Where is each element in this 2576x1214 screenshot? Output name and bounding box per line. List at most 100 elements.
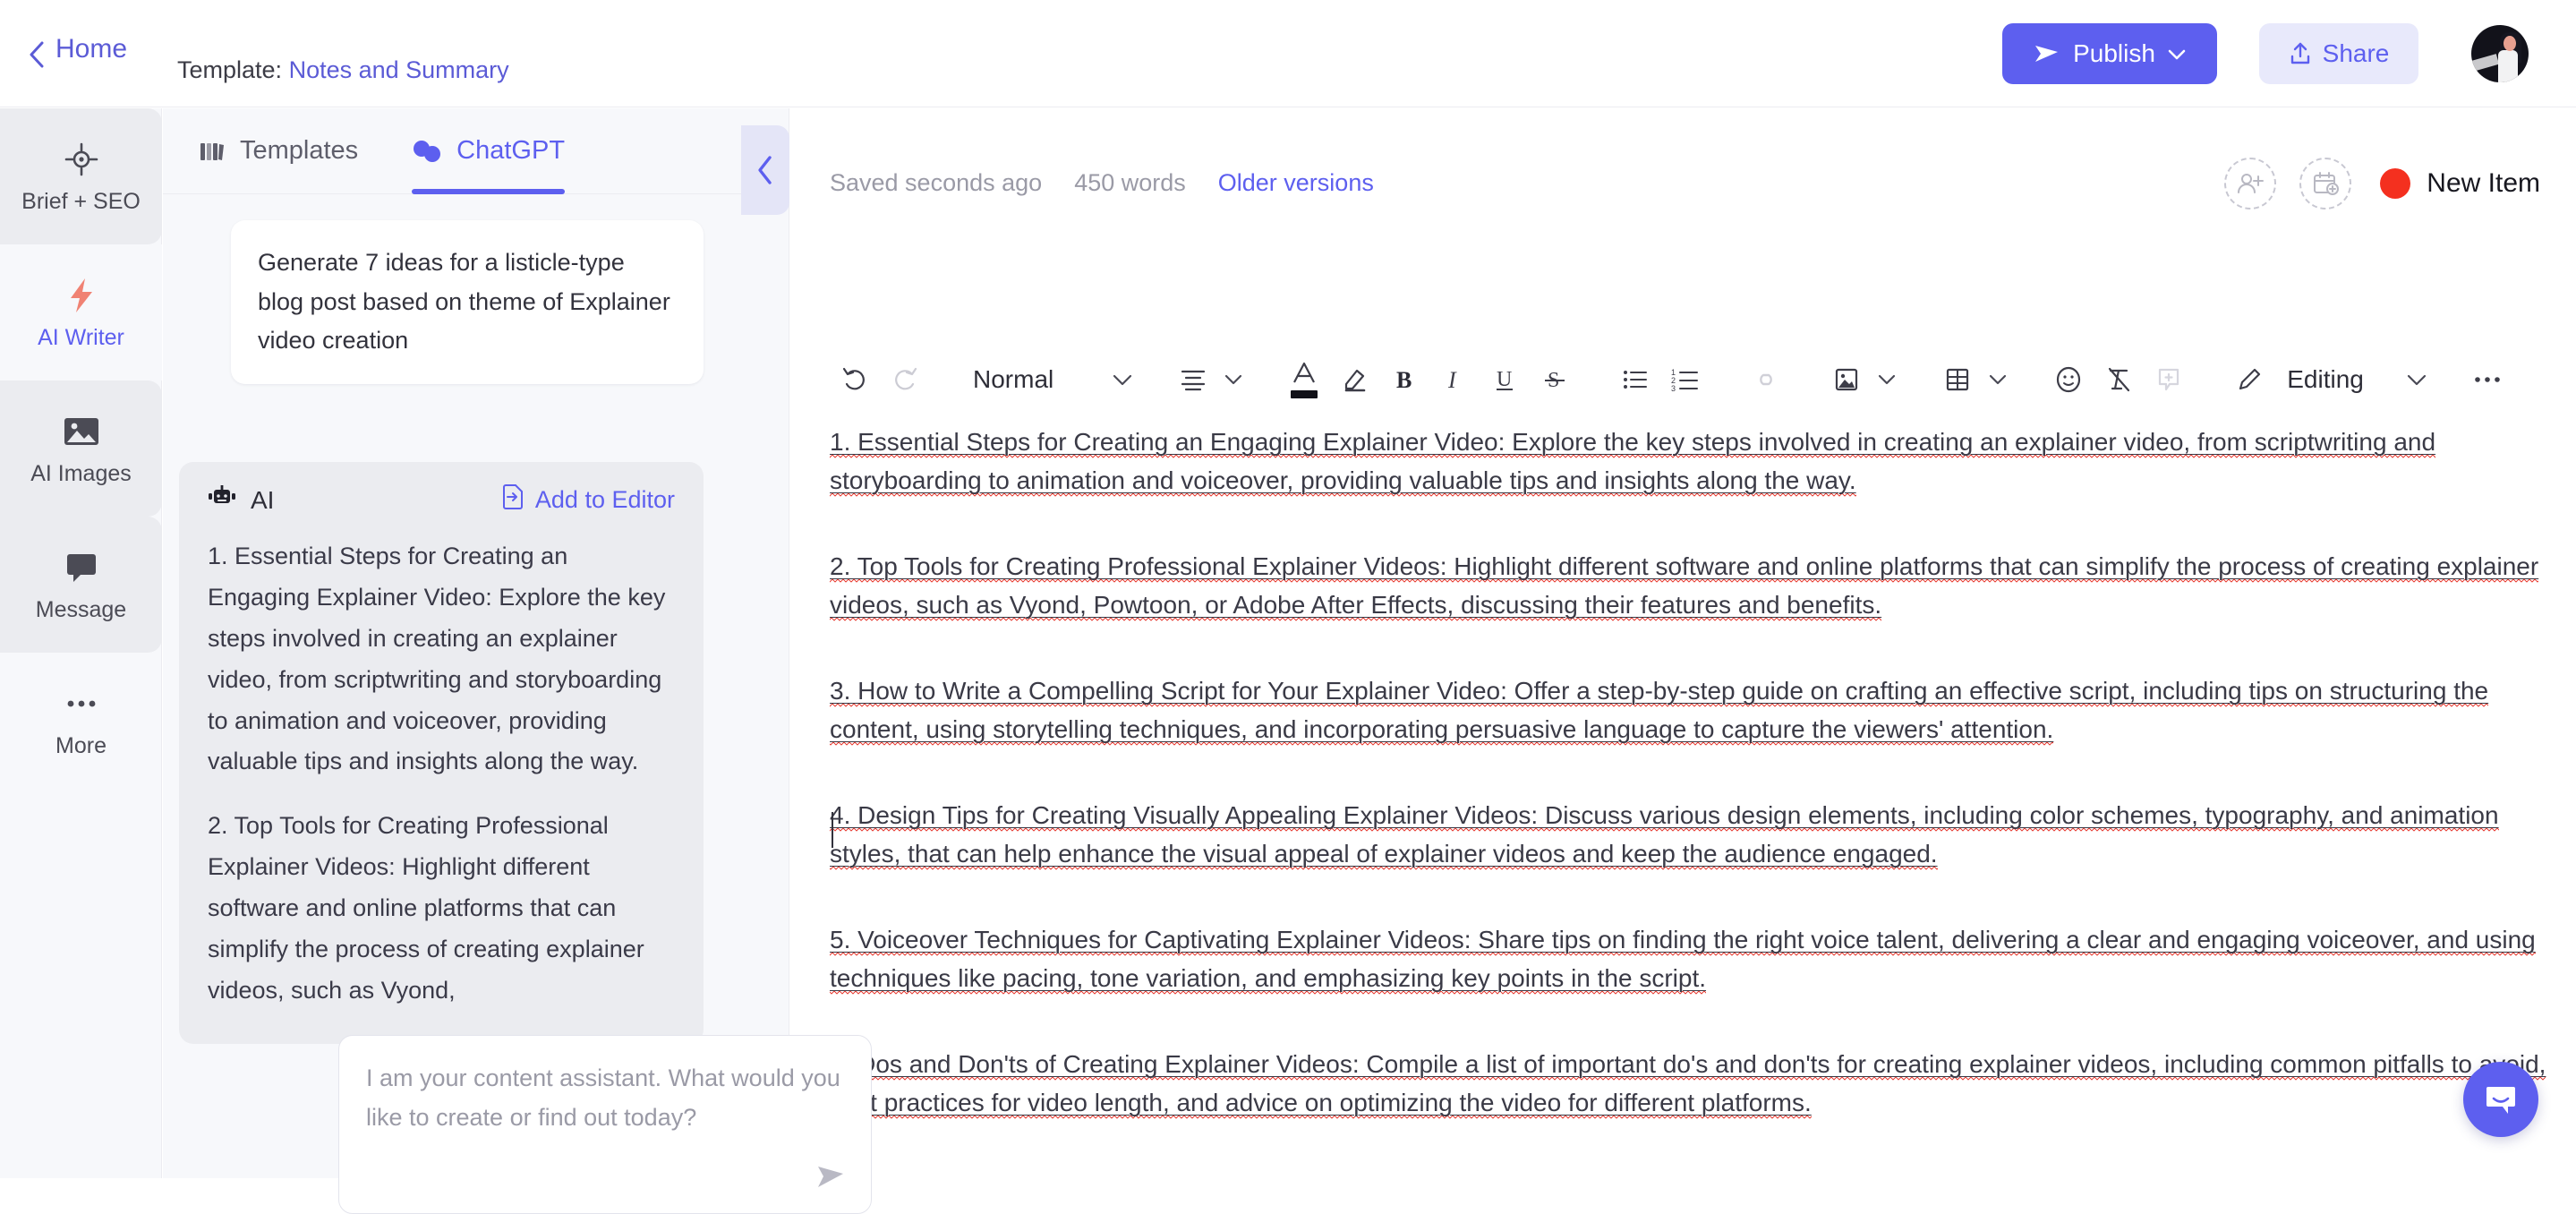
underline-icon[interactable]: U: [1480, 354, 1530, 406]
table-chevron-down-icon[interactable]: [1983, 374, 2013, 385]
word-count: 450 words: [1074, 169, 1186, 197]
add-to-editor-label: Add to Editor: [535, 486, 675, 514]
rail-item-brief-seo[interactable]: Brief + SEO: [0, 108, 162, 244]
add-to-editor-button[interactable]: Add to Editor: [501, 483, 675, 517]
send-message-icon[interactable]: [815, 1161, 846, 1192]
collapse-panel-button[interactable]: [741, 125, 789, 215]
undo-icon[interactable]: [830, 354, 880, 406]
link-icon[interactable]: [1741, 354, 1791, 406]
ai-paragraph: 1. Essential Steps for Creating an Engag…: [208, 536, 675, 782]
status-dot-icon: [2380, 168, 2410, 199]
rail-label-brief-seo: Brief + SEO: [21, 191, 141, 213]
ai-card-header: AI Add to Editor: [208, 483, 675, 517]
redo-icon[interactable]: [880, 354, 930, 406]
send-icon: [2034, 43, 2060, 64]
text-cursor: [832, 812, 833, 848]
spellcheck-text: 5. Voiceover Techniques for Captivating …: [830, 926, 2536, 995]
left-rail: Brief + SEO AI Writer AI Images Message: [0, 108, 162, 1178]
more-options-icon[interactable]: [2462, 354, 2512, 406]
document-paragraph: 4. Design Tips for Creating Visually App…: [830, 797, 2548, 873]
home-back-link[interactable]: Home: [29, 34, 127, 64]
chat-bubbles-icon: [412, 139, 442, 164]
top-bar: Home Template: Notes and Summary Publish…: [0, 0, 2576, 107]
share-button[interactable]: Share: [2259, 23, 2418, 84]
align-icon[interactable]: [1168, 354, 1218, 406]
chat-scroll-area: Generate 7 ideas for a listicle-type blo…: [163, 195, 789, 1178]
editing-pencil-icon[interactable]: [2224, 354, 2274, 406]
image-chevron-down-icon[interactable]: [1872, 374, 1902, 385]
editing-chevron-down-icon[interactable]: [2401, 374, 2432, 386]
rail-label-more: More: [55, 735, 107, 757]
rail-label-message: Message: [36, 599, 126, 621]
insert-image-icon[interactable]: [1821, 354, 1872, 406]
spellcheck-text: 6. Dos and Don'ts of Creating Explainer …: [830, 1050, 2546, 1119]
spellcheck-text: 3. How to Write a Compelling Script for …: [830, 677, 2488, 746]
back-chevron-icon: [29, 41, 45, 57]
rail-label-ai-writer: AI Writer: [38, 327, 124, 349]
ai-author-label: AI: [251, 486, 274, 515]
new-item-button[interactable]: New Item: [2380, 168, 2540, 199]
new-item-label: New Item: [2427, 168, 2540, 199]
font-color-swatch: [1291, 390, 1318, 398]
avatar-shape-head: [2503, 36, 2516, 51]
chevron-down-icon: [2168, 48, 2186, 59]
ellipsis-icon: [64, 685, 99, 722]
chat-input-placeholder: I am your content assistant. What would …: [366, 1059, 844, 1137]
rail-item-ai-writer[interactable]: AI Writer: [0, 244, 162, 380]
schedule-button[interactable]: [2299, 158, 2351, 209]
editing-mode-label[interactable]: Editing: [2274, 354, 2376, 406]
publish-label: Publish: [2073, 39, 2155, 68]
chat-panel: Templates ChatGPT Generate 7 ideas for a…: [163, 108, 789, 1178]
template-prefix-label: Template:: [177, 56, 282, 83]
user-avatar[interactable]: [2471, 25, 2529, 82]
paragraph-style-select[interactable]: Normal: [960, 354, 1066, 406]
rail-item-message[interactable]: Message: [0, 517, 162, 653]
emoji-icon[interactable]: [2043, 354, 2094, 406]
svg-text:I: I: [1447, 367, 1457, 393]
bold-icon[interactable]: B: [1379, 354, 1429, 406]
invite-collaborator-button[interactable]: [2224, 158, 2276, 209]
numbered-list-icon[interactable]: 1 2 3: [1660, 354, 1710, 406]
ai-paragraph: 2. Top Tools for Creating Professional E…: [208, 806, 675, 1011]
document-content[interactable]: 1. Essential Steps for Creating an Engag…: [830, 423, 2548, 1176]
lightning-icon: [66, 277, 97, 314]
intercom-chat-button[interactable]: [2463, 1062, 2538, 1137]
saved-status: Saved seconds ago: [830, 169, 1042, 197]
bullet-list-icon[interactable]: [1610, 354, 1660, 406]
rail-item-more[interactable]: More: [0, 653, 162, 789]
clear-formatting-icon[interactable]: [2094, 354, 2144, 406]
share-label: Share: [2323, 39, 2390, 68]
document-paragraph: 5. Voiceover Techniques for Captivating …: [830, 921, 2548, 997]
tab-templates[interactable]: Templates: [199, 108, 358, 194]
avatar-shape-body: [2498, 50, 2518, 82]
chat-composer[interactable]: I am your content assistant. What would …: [338, 1035, 872, 1214]
user-message-bubble: Generate 7 ideas for a listicle-type blo…: [231, 220, 704, 384]
publish-button[interactable]: Publish: [2002, 23, 2217, 84]
strikethrough-icon[interactable]: S: [1530, 354, 1580, 406]
document-paragraph: 3. How to Write a Compelling Script for …: [830, 672, 2548, 748]
robot-icon: [208, 484, 236, 516]
tab-chatgpt[interactable]: ChatGPT: [412, 108, 565, 194]
comment-icon[interactable]: [2144, 354, 2194, 406]
templates-icon: [199, 138, 226, 165]
document-paragraph: 2. Top Tools for Creating Professional E…: [830, 548, 2548, 624]
table-icon[interactable]: [1932, 354, 1983, 406]
chat-bubble-icon: [64, 549, 99, 586]
spellcheck-text: 2. Top Tools for Creating Professional E…: [830, 552, 2538, 621]
add-to-editor-icon: [501, 483, 526, 517]
chat-panel-tabs: Templates ChatGPT: [163, 108, 789, 194]
template-name-link[interactable]: Notes and Summary: [289, 56, 509, 83]
tab-chatgpt-label: ChatGPT: [456, 136, 565, 166]
paragraph-style-chevron-down-icon[interactable]: [1107, 374, 1138, 386]
image-icon: [63, 413, 100, 450]
italic-icon[interactable]: I: [1429, 354, 1480, 406]
align-chevron-down-icon[interactable]: [1218, 374, 1249, 385]
rail-label-ai-images: AI Images: [30, 463, 132, 485]
font-color-icon[interactable]: [1279, 354, 1329, 406]
target-icon: [64, 141, 99, 178]
rail-item-ai-images[interactable]: AI Images: [0, 380, 162, 517]
document-actions: New Item: [2224, 158, 2540, 209]
highlight-icon[interactable]: [1329, 354, 1379, 406]
older-versions-link[interactable]: Older versions: [1218, 169, 1374, 197]
svg-text:U: U: [1497, 368, 1512, 391]
